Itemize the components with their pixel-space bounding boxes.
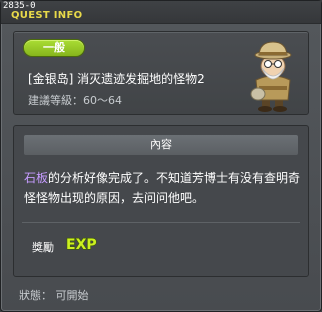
- recommended-level: 建議等級：60～64: [28, 94, 122, 107]
- divider: [22, 222, 300, 223]
- npc-portrait: [250, 41, 292, 112]
- category-badge: 一般: [24, 40, 84, 56]
- quest-name: [金银岛] 消灭遗迹发掘地的怪物2: [28, 72, 205, 86]
- description-text: 的分析好像完成了。不知道芳博士有没有查明奇怪怪物出现的原因，去问问他吧。: [24, 171, 301, 205]
- quest-status: 狀態： 可開始: [19, 289, 89, 302]
- quest-header-panel: 一般 [金银岛] 消灭遗迹发掘地的怪物2 建議等級：60～64: [13, 31, 309, 115]
- content-panel: 內容 石板的分析好像完成了。不知道芳博士有没有查明奇怪怪物出现的原因，去问问他吧…: [13, 125, 309, 277]
- exp-icon: EXP: [65, 236, 97, 253]
- exp-icon-text: EXP: [66, 237, 97, 253]
- window-title: QUEST INFO: [11, 10, 83, 21]
- highlight-item-name: 石板: [24, 171, 49, 185]
- content-header: 內容: [24, 135, 298, 155]
- reward-label: 獎勵: [32, 241, 54, 254]
- quest-description: 石板的分析好像完成了。不知道芳博士有没有查明奇怪怪物出现的原因，去问问他吧。: [24, 168, 304, 208]
- title-bar[interactable]: 2835-0 QUEST INFO: [1, 1, 321, 24]
- quest-info-window: 2835-0 QUEST INFO 一般 [金银岛] 消灭遗迹发掘地的怪物2 建…: [0, 0, 322, 312]
